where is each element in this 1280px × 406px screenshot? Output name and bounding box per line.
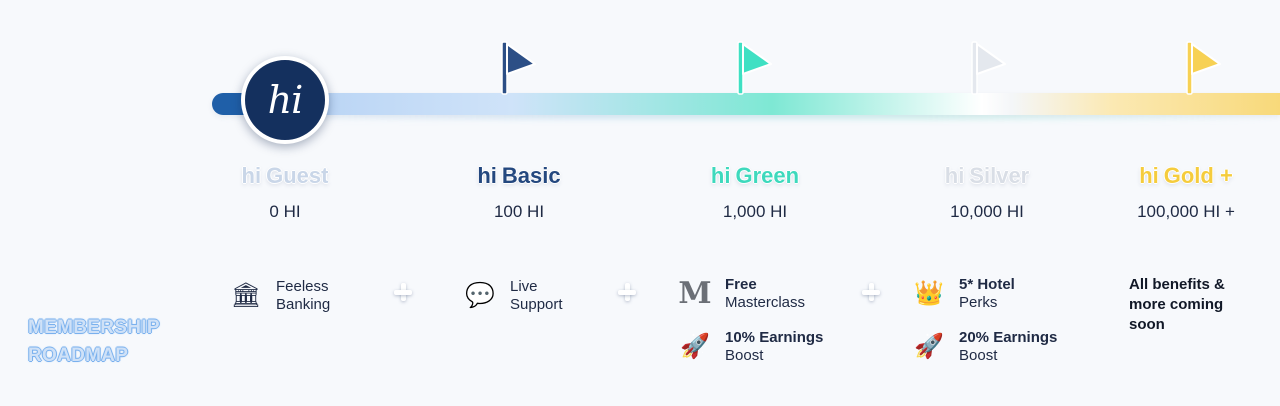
tier-label: Silver <box>969 163 1030 188</box>
tier-label: Basic <box>501 163 561 188</box>
gold-benefits-note: All benefits & more coming soon <box>1129 276 1225 333</box>
perk-title: Free <box>725 276 757 293</box>
tier-prefix: hi <box>710 163 731 188</box>
tier-guest: hi Guest 0 HI <box>185 162 385 223</box>
perk-title: Feeless <box>276 278 329 295</box>
masterclass-icon: M <box>678 276 712 311</box>
tier-prefix: hi <box>1139 163 1159 188</box>
bank-icon: 🏛 <box>230 282 262 309</box>
flag-icon <box>1184 40 1224 96</box>
rocket-icon: 🚀 <box>680 333 710 360</box>
flag-icon <box>735 40 775 96</box>
tier-points: 1,000 HI <box>722 202 788 221</box>
tier-points: 100 HI <box>493 202 545 221</box>
progress-track <box>212 93 1280 115</box>
perk-earnings-boost-20: 🚀 20% Earnings Boost <box>909 329 1057 365</box>
tier-points: 100,000 HI + <box>1137 202 1235 221</box>
perk-feeless-banking: 🏛 Feeless Banking <box>226 278 330 314</box>
flag-icon <box>969 40 1009 96</box>
tier-gold: hi Gold + 100,000 HI + <box>1086 162 1280 223</box>
tier-label: Green <box>735 163 800 188</box>
perk-subtitle: Boost <box>959 347 998 364</box>
tier-label: Guest <box>266 163 329 188</box>
rocket-icon: 🚀 <box>914 333 944 360</box>
tier-prefix: hi <box>944 163 965 188</box>
perk-title: Live <box>510 278 538 295</box>
plus-icon <box>393 282 413 302</box>
tier-name: hi Gold + <box>1086 162 1280 190</box>
tier-label: Gold + <box>1163 163 1233 188</box>
perk-subtitle: Banking <box>276 296 331 313</box>
tier-name: hi Basic <box>419 162 619 190</box>
membership-roadmap: hi hi Guest 0 HI hi Basic 100 HI hi Gree… <box>0 0 1280 406</box>
plus-icon <box>861 282 881 302</box>
tier-green: hi Green 1,000 HI <box>655 162 855 223</box>
perk-subtitle: Masterclass <box>725 294 806 311</box>
perk-title: 20% Earnings <box>959 329 1058 346</box>
tier-points: 0 HI <box>269 202 301 221</box>
tier-prefix: hi <box>241 163 262 188</box>
crown-icon: 👑 <box>914 280 944 307</box>
plus-icon <box>617 282 637 302</box>
logo-text: hi <box>267 78 304 122</box>
perk-hotel-perks: 👑 5* Hotel Perks <box>909 276 1015 312</box>
tier-prefix: hi <box>477 163 497 188</box>
perk-title: 10% Earnings <box>725 329 824 346</box>
perk-title: 5* Hotel <box>959 276 1015 293</box>
tier-name: hi Guest <box>185 162 385 190</box>
perk-subtitle: Support <box>510 296 563 313</box>
roadmap-heading: MEMBERSHIP ROADMAP <box>28 314 160 370</box>
perk-subtitle: Perks <box>959 294 998 311</box>
tier-points: 10,000 HI <box>950 202 1024 221</box>
perk-live-support: 💬 Live Support <box>460 278 563 314</box>
tier-basic: hi Basic 100 HI <box>419 162 619 223</box>
roadmap-line-2: ROADMAP <box>28 345 129 366</box>
flag-icon <box>499 40 539 96</box>
hi-logo-badge: hi <box>241 56 329 144</box>
perk-subtitle: Boost <box>725 347 764 364</box>
perk-earnings-boost-10: 🚀 10% Earnings Boost <box>675 329 823 365</box>
roadmap-line-1: MEMBERSHIP <box>28 317 160 338</box>
tier-name: hi Silver <box>887 162 1087 190</box>
speech-bubble-icon: 💬 <box>465 282 495 309</box>
tier-silver: hi Silver 10,000 HI <box>887 162 1087 223</box>
tier-name: hi Green <box>655 162 855 190</box>
perk-free-masterclass: M Free Masterclass <box>675 276 805 312</box>
